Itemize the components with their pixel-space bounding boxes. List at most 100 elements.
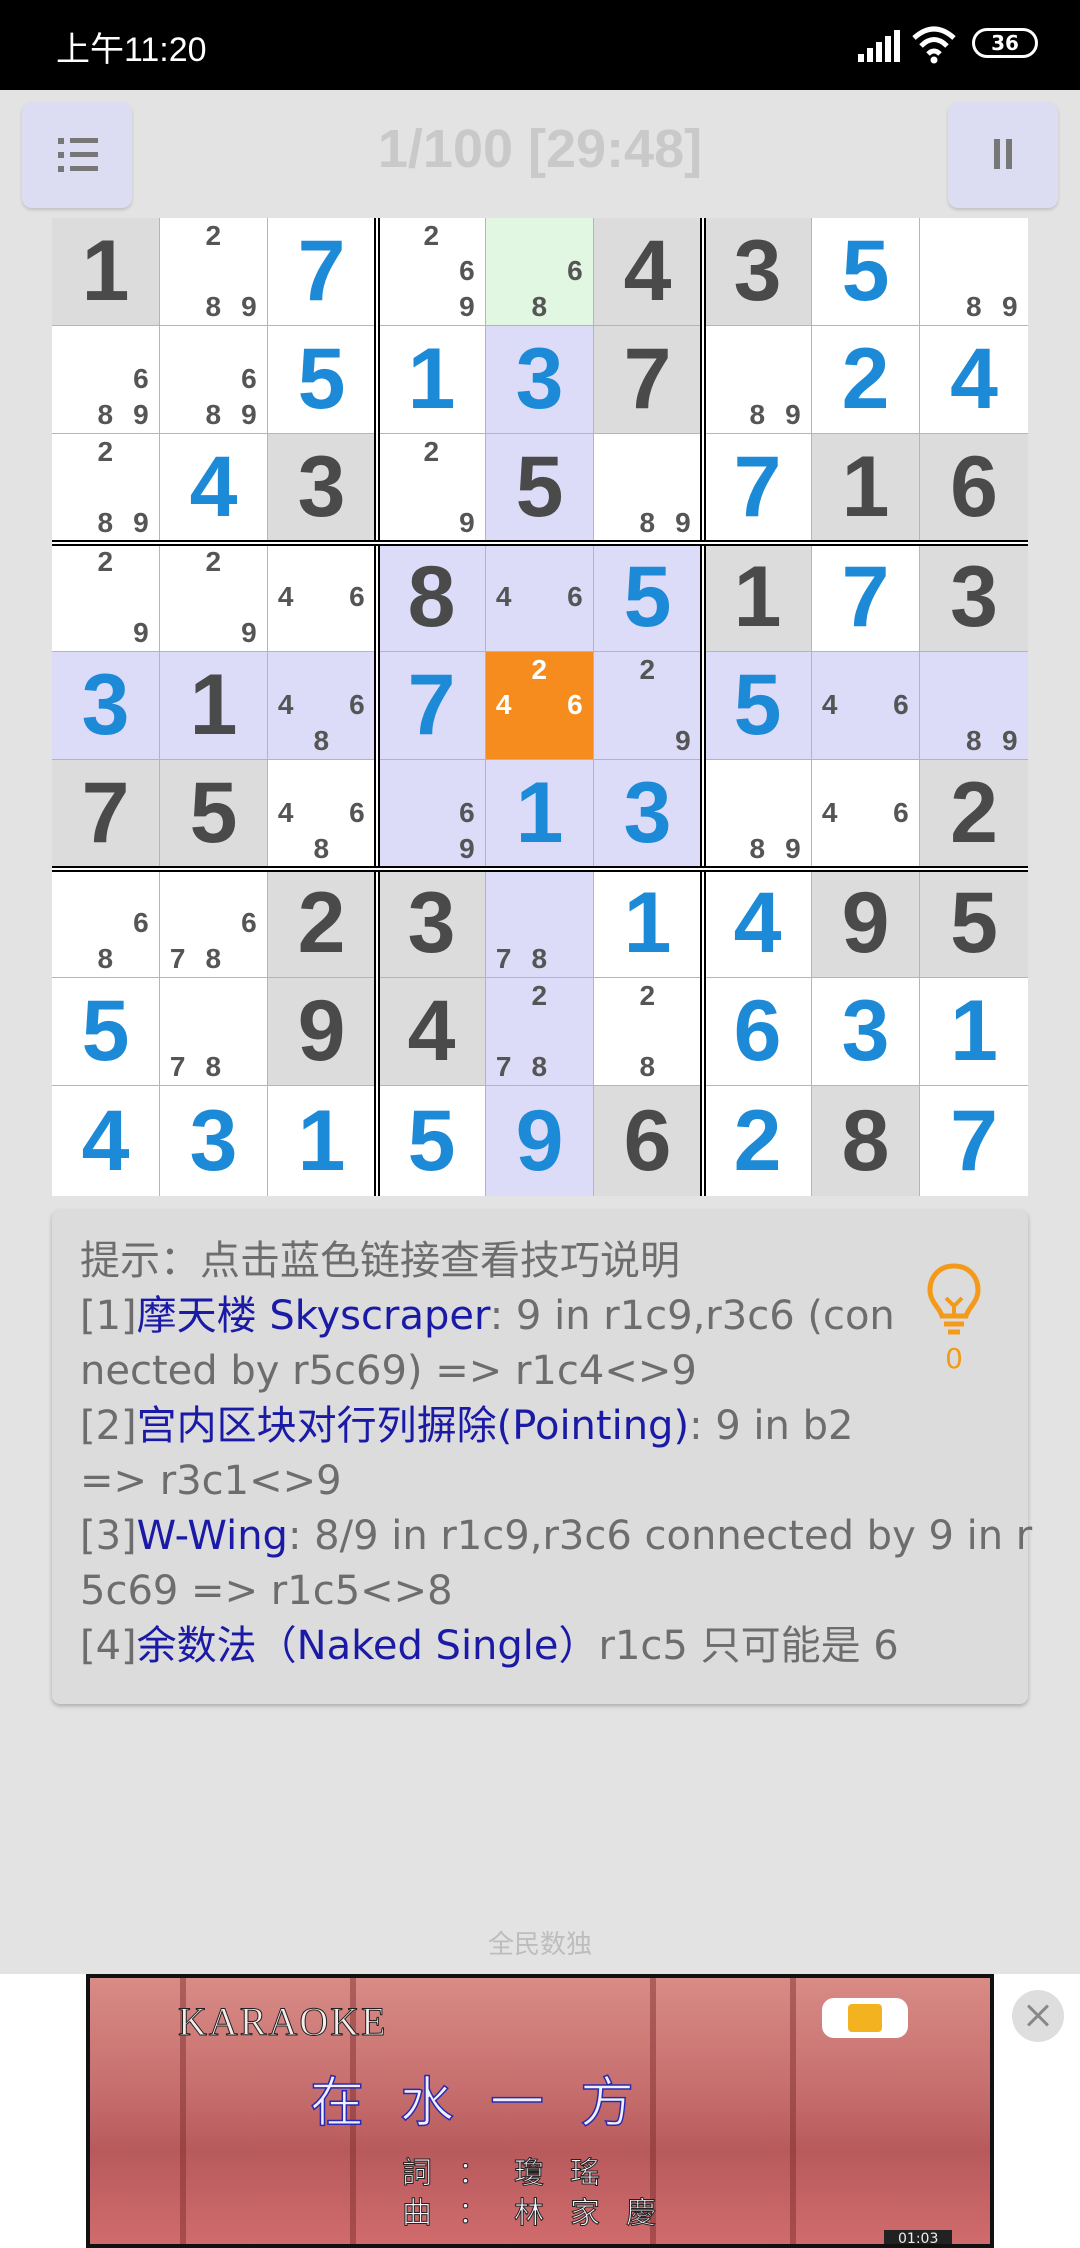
cell-r4c3[interactable]: 46 [268,544,375,651]
cell-r2c3[interactable]: 5 [268,326,375,433]
cell-r1c6[interactable]: 4 [594,218,701,325]
candidate-note: 4 [495,581,512,613]
cell-r7c8[interactable]: 9 [812,870,919,977]
cell-r7c6[interactable]: 1 [594,870,701,977]
cell-r5c6[interactable]: 29 [594,652,701,759]
cell-r5c8[interactable]: 46 [812,652,919,759]
cell-r9c7[interactable]: 2 [704,1086,811,1196]
cell-r5c5[interactable]: 24 6 [486,652,593,759]
candidate-note: 9 [241,290,257,322]
cell-r4c1[interactable]: 29 [52,544,159,651]
cell-r5c9[interactable]: 89 [920,652,1028,759]
cell-r8c3[interactable]: 9 [268,978,375,1085]
hint-2-technique-link[interactable]: 宫内区块对行列摒除(Pointing) [137,1403,689,1449]
cell-r3c9[interactable]: 6 [920,434,1028,541]
cell-r6c2[interactable]: 5 [160,760,267,867]
cell-r1c4[interactable]: 269 [378,218,485,325]
cell-r3c3[interactable]: 3 [268,434,375,541]
hint-1: [1]摩天楼 Skyscraper: 9 in r1c9,r3c6 (con [80,1293,895,1339]
ad-close-icon[interactable] [1012,1990,1064,2042]
cell-r8c9[interactable]: 1 [920,978,1028,1085]
cell-r4c2[interactable]: 29 [160,544,267,651]
cell-r9c8[interactable]: 8 [812,1086,919,1196]
cell-r8c8[interactable]: 3 [812,978,919,1085]
cell-r4c7[interactable]: 1 [704,544,811,651]
cell-r5c2[interactable]: 1 [160,652,267,759]
cell-r1c1[interactable]: 1 [52,218,159,325]
cell-r2c5[interactable]: 3 [486,326,593,433]
cell-r2c2[interactable]: 689 [160,326,267,433]
cell-r6c9[interactable]: 2 [920,760,1028,867]
hint-4: [4]余数法（Naked Single）r1c5 只可能是 6 [80,1623,899,1669]
cell-r2c8[interactable]: 2 [812,326,919,433]
cell-r6c3[interactable]: 4 68 [268,760,375,867]
cell-r9c4[interactable]: 5 [378,1086,485,1196]
cell-r7c1[interactable]: 68 [52,870,159,977]
cell-r2c6[interactable]: 7 [594,326,701,433]
cell-r5c7[interactable]: 5 [704,652,811,759]
cell-r4c8[interactable]: 7 [812,544,919,651]
candidate-note: 9 [459,832,475,864]
cell-r3c1[interactable]: 2 89 [52,434,159,541]
cell-value: 6 [950,439,998,535]
cell-r3c4[interactable]: 29 [378,434,485,541]
cell-r2c9[interactable]: 4 [920,326,1028,433]
hint-4-technique-link[interactable]: 余数法（Naked Single） [137,1623,599,1669]
cell-r1c7[interactable]: 3 [704,218,811,325]
cell-r5c4[interactable]: 7 [378,652,485,759]
cell-r1c8[interactable]: 5 [812,218,919,325]
box-divider [700,218,706,1196]
cell-r1c3[interactable]: 7 [268,218,375,325]
cell-r7c5[interactable]: 78 [486,870,593,977]
hint-bulb-button[interactable]: 0 [924,1262,994,1382]
cell-value: 7 [81,765,130,861]
cell-r8c1[interactable]: 5 [52,978,159,1085]
cell-r2c4[interactable]: 1 [378,326,485,433]
cell-r8c6[interactable]: 28 [594,978,701,1085]
hint-1-technique-link[interactable]: 摩天楼 Skyscraper [137,1293,490,1339]
cell-r3c7[interactable]: 7 [704,434,811,541]
cell-r7c3[interactable]: 2 [268,870,375,977]
cell-r7c4[interactable]: 3 [378,870,485,977]
cell-r7c9[interactable]: 5 [920,870,1028,977]
cell-r6c5[interactable]: 1 [486,760,593,867]
cell-r2c1[interactable]: 689 [52,326,159,433]
pause-button[interactable] [948,102,1058,208]
cell-r1c5[interactable]: 68 [486,218,593,325]
ad-banner[interactable]: KARAOKE 在水一方 詞：瓊瑤 曲：林家慶 01:03 [0,1974,1080,2248]
cell-r3c2[interactable]: 4 [160,434,267,541]
cell-r9c9[interactable]: 7 [920,1086,1028,1196]
cell-r7c7[interactable]: 4 [704,870,811,977]
cell-r7c2[interactable]: 6 78 [160,870,267,977]
cell-r9c1[interactable]: 4 [52,1086,159,1196]
cell-r6c6[interactable]: 3 [594,760,701,867]
cell-r9c6[interactable]: 6 [594,1086,701,1196]
cell-r6c4[interactable]: 69 [378,760,485,867]
cell-r2c7[interactable]: 89 [704,326,811,433]
cell-r5c3[interactable]: 4 68 [268,652,375,759]
cell-r4c6[interactable]: 5 [594,544,701,651]
cell-r3c8[interactable]: 1 [812,434,919,541]
cell-r8c5[interactable]: 2 78 [486,978,593,1085]
hint-3-technique-link[interactable]: W-Wing [137,1513,288,1559]
cell-r3c5[interactable]: 5 [486,434,593,541]
cell-r8c4[interactable]: 4 [378,978,485,1085]
cell-r5c1[interactable]: 3 [52,652,159,759]
cell-r9c5[interactable]: 9 [486,1086,593,1196]
cell-r8c2[interactable]: 78 [160,978,267,1085]
ad-image[interactable]: KARAOKE 在水一方 詞：瓊瑤 曲：林家慶 01:03 [86,1974,994,2248]
cell-r6c7[interactable]: 89 [704,760,811,867]
cell-r4c5[interactable]: 46 [486,544,593,651]
cell-r3c6[interactable]: 89 [594,434,701,541]
cell-r1c2[interactable]: 2 89 [160,218,267,325]
cell-r1c9[interactable]: 89 [920,218,1028,325]
status-bar: 上午11:20 36 [0,0,1080,90]
cell-r9c3[interactable]: 1 [268,1086,375,1196]
cell-r9c2[interactable]: 3 [160,1086,267,1196]
cell-r4c4[interactable]: 8 [378,544,485,651]
cell-r6c8[interactable]: 46 [812,760,919,867]
cell-r8c7[interactable]: 6 [704,978,811,1085]
cell-r4c9[interactable]: 3 [920,544,1028,651]
cell-r6c1[interactable]: 7 [52,760,159,867]
candidate-note: 4 [821,689,838,721]
